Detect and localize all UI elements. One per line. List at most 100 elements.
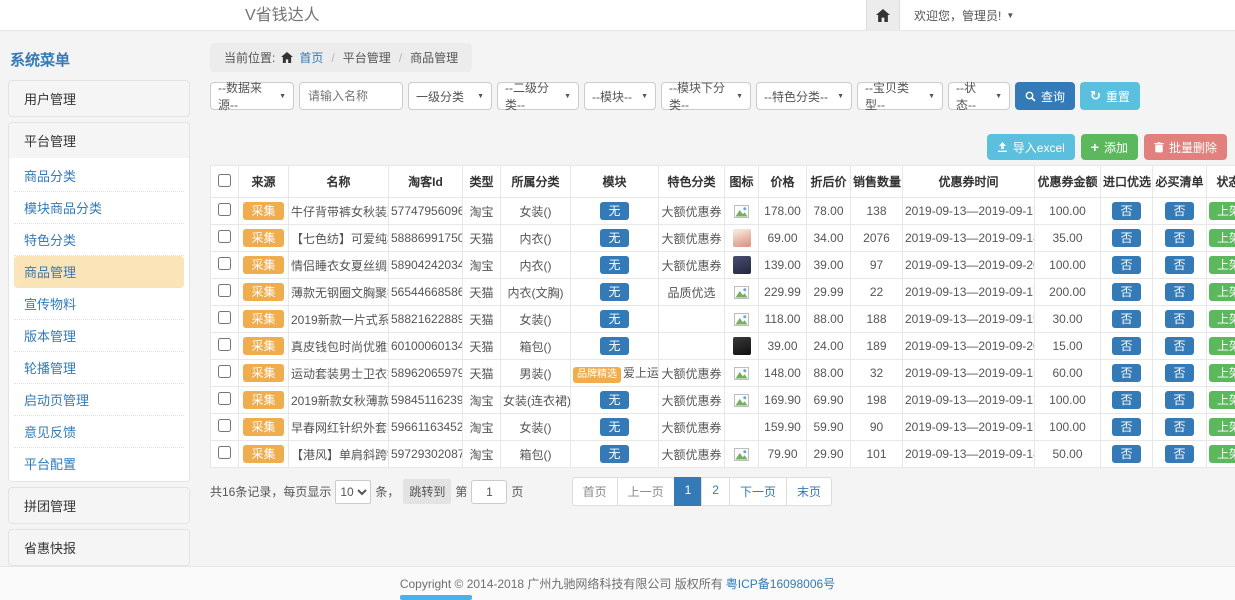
page-button-1[interactable]: 上一页: [617, 477, 675, 506]
row-checkbox[interactable]: [218, 203, 231, 216]
row-checkbox[interactable]: [218, 419, 231, 432]
must-buy-badge[interactable]: 否: [1165, 391, 1193, 409]
sidebar-item-3[interactable]: 商品管理: [14, 256, 184, 288]
must-buy-badge[interactable]: 否: [1165, 445, 1193, 463]
status-badge[interactable]: 上架: [1209, 364, 1235, 382]
must-buy-badge[interactable]: 否: [1165, 364, 1193, 382]
status-badge[interactable]: 上架: [1209, 418, 1235, 436]
status-badge[interactable]: 上架: [1209, 283, 1235, 301]
page-button-2[interactable]: 1: [674, 477, 703, 506]
name-filter-input[interactable]: [299, 82, 403, 110]
add-button[interactable]: + 添加: [1081, 134, 1138, 160]
search-button[interactable]: 查询: [1015, 82, 1075, 110]
table-row: 采集真皮钱包时尚优雅女士...601000601341天猫箱包()无39.002…: [211, 333, 1235, 360]
sidebar-group-bottom-0[interactable]: 拼团管理: [9, 488, 189, 523]
row-checkbox[interactable]: [218, 338, 231, 351]
filter-select-4[interactable]: --模块--▼: [584, 82, 656, 110]
column-header-0: 来源: [239, 166, 289, 198]
sidebar-item-8[interactable]: 意见反馈: [14, 416, 184, 448]
must-buy-badge[interactable]: 否: [1165, 202, 1193, 220]
import-select-badge[interactable]: 否: [1112, 418, 1140, 436]
batch-delete-button[interactable]: 批量删除: [1144, 134, 1227, 160]
filter-select-8[interactable]: --状态--▼: [948, 82, 1010, 110]
import-select-badge[interactable]: 否: [1112, 337, 1140, 355]
row-checkbox[interactable]: [218, 257, 231, 270]
sidebar-item-7[interactable]: 启动页管理: [14, 384, 184, 416]
page-button-5[interactable]: 末页: [786, 477, 832, 506]
sidebar-item-6[interactable]: 轮播管理: [14, 352, 184, 384]
row-checkbox[interactable]: [218, 446, 231, 459]
must-buy-badge[interactable]: 否: [1165, 310, 1193, 328]
price-cell: 69.00: [759, 225, 807, 252]
product-category: 内衣(): [501, 225, 571, 252]
import-select-badge[interactable]: 否: [1112, 202, 1140, 220]
row-checkbox[interactable]: [218, 365, 231, 378]
import-select-badge[interactable]: 否: [1112, 229, 1140, 247]
icp-link[interactable]: 粤ICP备16098006号: [726, 575, 835, 592]
import-select-badge[interactable]: 否: [1112, 364, 1140, 382]
sidebar-item-9[interactable]: 平台配置: [14, 448, 184, 479]
page-button-4[interactable]: 下一页: [729, 477, 787, 506]
horizontal-scrollbar-thumb[interactable]: [400, 595, 472, 600]
module-badge: 无: [600, 202, 628, 220]
filter-select-7[interactable]: --宝贝类型--▼: [857, 82, 943, 110]
jump-page-input[interactable]: [471, 480, 507, 504]
status-badge[interactable]: 上架: [1209, 445, 1235, 463]
must-buy-badge[interactable]: 否: [1165, 229, 1193, 247]
icon-cell: [725, 225, 759, 252]
source-badge: 采集: [243, 283, 283, 301]
filter-select-5[interactable]: --模块下分类--▼: [661, 82, 751, 110]
table-row: 采集【七色纺】可爱纯棉家...588869917501天猫内衣()无大额优惠券6…: [211, 225, 1235, 252]
reset-button-label: 重置: [1106, 88, 1130, 105]
status-badge[interactable]: 上架: [1209, 202, 1235, 220]
icon-cell: [725, 441, 759, 468]
row-checkbox[interactable]: [218, 392, 231, 405]
status-badge[interactable]: 上架: [1209, 310, 1235, 328]
status-badge[interactable]: 上架: [1209, 229, 1235, 247]
sidebar-group-1[interactable]: 平台管理: [9, 123, 189, 158]
must-buy-badge[interactable]: 否: [1165, 256, 1193, 274]
module-cell: 无: [571, 198, 659, 225]
breadcrumb: 当前位置: 首页 / 平台管理 / 商品管理: [210, 43, 472, 72]
coupon-time-cell: 2019-09-13—2019-09-17: [903, 414, 1035, 441]
jump-button[interactable]: 跳转到: [403, 479, 451, 504]
filter-select-2[interactable]: 一级分类▼: [408, 82, 492, 110]
select-all-checkbox[interactable]: [218, 174, 231, 187]
import-select-badge[interactable]: 否: [1112, 310, 1140, 328]
filter-select-0[interactable]: --数据来源--▼: [210, 82, 294, 110]
special-category: 大额优惠券: [659, 252, 725, 279]
import-select-badge[interactable]: 否: [1112, 391, 1140, 409]
source-cell: 采集: [239, 360, 289, 387]
special-category: [659, 306, 725, 333]
breadcrumb-home-link[interactable]: 首页: [299, 49, 323, 66]
per-page-select[interactable]: 10: [335, 480, 371, 504]
row-checkbox[interactable]: [218, 284, 231, 297]
reset-button[interactable]: ↻ 重置: [1080, 82, 1140, 110]
import-select-badge[interactable]: 否: [1112, 256, 1140, 274]
import-select-badge[interactable]: 否: [1112, 283, 1140, 301]
sidebar-item-4[interactable]: 宣传物料: [14, 288, 184, 320]
must-buy-badge[interactable]: 否: [1165, 283, 1193, 301]
page-button-0[interactable]: 首页: [572, 477, 618, 506]
user-menu[interactable]: 欢迎您，管理员! ▼: [900, 7, 1028, 24]
row-checkbox[interactable]: [218, 230, 231, 243]
sidebar-item-5[interactable]: 版本管理: [14, 320, 184, 352]
filter-select-6[interactable]: --特色分类--▼: [756, 82, 852, 110]
sidebar-item-2[interactable]: 特色分类: [14, 224, 184, 256]
home-button[interactable]: [866, 0, 900, 30]
sidebar-group-0[interactable]: 用户管理: [9, 81, 189, 116]
status-badge[interactable]: 上架: [1209, 256, 1235, 274]
filter-select-3[interactable]: --二级分类--▼: [497, 82, 579, 110]
must-buy-badge[interactable]: 否: [1165, 337, 1193, 355]
import-excel-button[interactable]: 导入excel: [987, 134, 1075, 160]
import-select-badge[interactable]: 否: [1112, 445, 1140, 463]
sidebar-item-1[interactable]: 模块商品分类: [14, 192, 184, 224]
sidebar-group-bottom-1[interactable]: 省惠快报: [9, 530, 189, 565]
status-badge[interactable]: 上架: [1209, 337, 1235, 355]
status-badge[interactable]: 上架: [1209, 391, 1235, 409]
must-buy-badge[interactable]: 否: [1165, 418, 1193, 436]
sidebar-item-0[interactable]: 商品分类: [14, 160, 184, 192]
coupon-time-cell: 2019-09-13—2019-09-20: [903, 333, 1035, 360]
row-checkbox[interactable]: [218, 311, 231, 324]
page-button-3[interactable]: 2: [701, 477, 730, 506]
